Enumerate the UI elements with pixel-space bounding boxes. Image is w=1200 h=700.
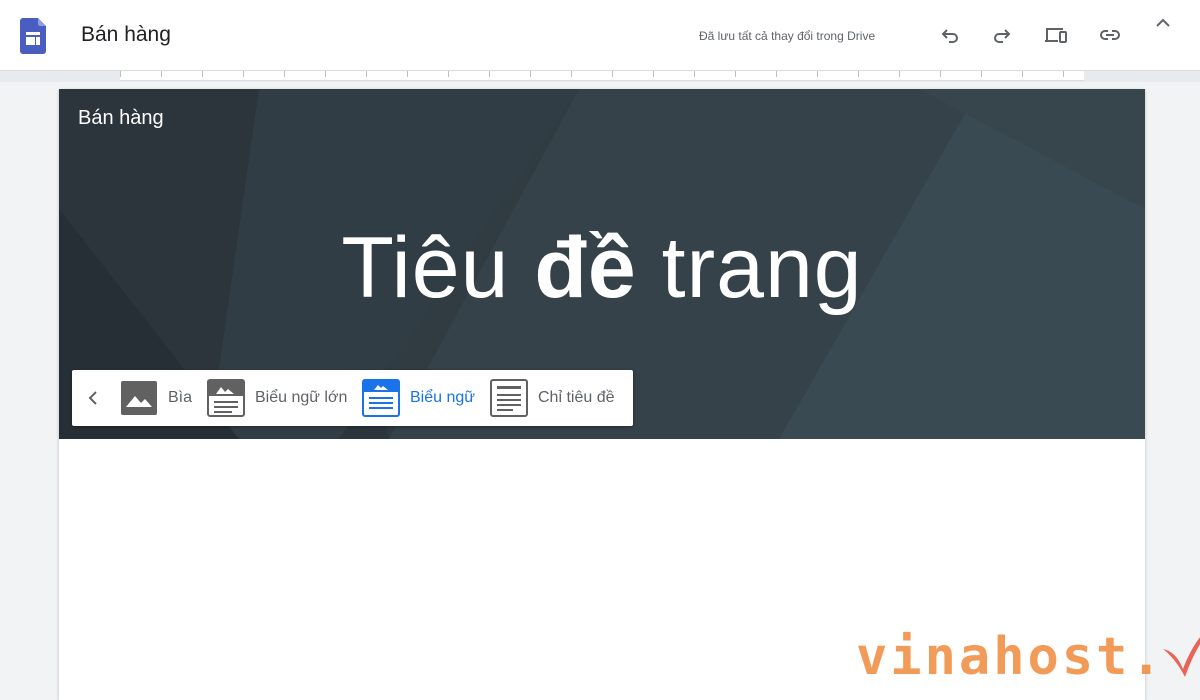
ruler-tick [325, 71, 326, 77]
page-title-bold: đề [534, 220, 637, 316]
ruler-tick [940, 71, 941, 77]
save-status: Đã lưu tất cả thay đổi trong Drive [699, 29, 876, 43]
ruler-tick [489, 71, 490, 77]
ruler-tick [776, 71, 777, 77]
header-option-title-only[interactable]: Chỉ tiêu đề [490, 379, 615, 417]
page-title-part1: Tiêu [341, 220, 535, 316]
picker-back-button[interactable] [82, 386, 106, 410]
ruler-tick [653, 71, 654, 77]
ruler-tick [448, 71, 449, 77]
ruler-tick [407, 71, 408, 77]
chevron-left-icon [88, 391, 97, 405]
header-type-picker: Bìa Biểu ngữ lớn Biểu ngữ Chỉ tiêu đề [72, 370, 633, 426]
device-preview-icon [1045, 28, 1067, 43]
google-sites-logo-icon[interactable] [20, 18, 46, 54]
title-only-icon [490, 379, 528, 417]
ruler-tick [817, 71, 818, 77]
header-option-banner[interactable]: Biểu ngữ [362, 379, 475, 417]
banner-icon [362, 379, 400, 417]
large-banner-icon [207, 379, 245, 417]
watermark-logo: vinahost. [856, 615, 1200, 683]
check-mark-icon [1162, 636, 1200, 677]
ruler-tick [530, 71, 531, 77]
horizontal-ruler [120, 71, 1084, 81]
document-title[interactable]: Bán hàng [81, 23, 171, 47]
ruler-tick [202, 71, 203, 77]
ruler-tick [858, 71, 859, 77]
ruler-tick [161, 71, 162, 77]
ruler-tick [694, 71, 695, 77]
page-title-part2: trang [636, 220, 863, 316]
ruler-tick [981, 71, 982, 77]
redo-button[interactable] [987, 20, 1017, 50]
header-option-label: Biểu ngữ [410, 389, 475, 406]
header-option-label: Bìa [168, 389, 193, 406]
app-header: Bán hàng Đã lưu tất cả thay đổi trong Dr… [0, 0, 1200, 70]
header-option-label: Chỉ tiêu đề [538, 389, 615, 406]
header-option-label: Biểu ngữ lớn [255, 389, 348, 406]
ruler-tick [612, 71, 613, 77]
undo-button[interactable] [935, 20, 965, 50]
redo-icon [994, 29, 1011, 43]
undo-icon [941, 29, 958, 43]
cover-image-icon [120, 379, 158, 417]
ruler-tick [243, 71, 244, 77]
ruler-tick [120, 71, 121, 77]
ruler-strip [0, 70, 1200, 82]
ruler-tick [1063, 71, 1064, 77]
header-banner[interactable]: Bán hàng Tiêu đề trang Bìa Biểu ngữ lớn [59, 89, 1145, 439]
ruler-tick [735, 71, 736, 77]
ruler-tick [899, 71, 900, 77]
page-title[interactable]: Tiêu đề trang [59, 219, 1145, 318]
watermark-text: vinahost. [856, 627, 1165, 687]
header-option-cover[interactable]: Bìa [120, 379, 192, 417]
page-canvas[interactable]: Bán hàng Tiêu đề trang Bìa Biểu ngữ lớn [59, 89, 1145, 700]
copy-link-button[interactable] [1095, 20, 1125, 50]
ruler-tick [284, 71, 285, 77]
site-name[interactable]: Bán hàng [78, 107, 164, 130]
collapse-button[interactable] [1148, 14, 1178, 34]
link-icon [1100, 30, 1120, 40]
ruler-tick [366, 71, 367, 77]
preview-button[interactable] [1041, 20, 1071, 50]
ruler-tick [571, 71, 572, 77]
ruler-tick [1022, 71, 1023, 77]
header-option-large-banner[interactable]: Biểu ngữ lớn [207, 379, 347, 417]
chevron-up-icon [1156, 18, 1170, 27]
